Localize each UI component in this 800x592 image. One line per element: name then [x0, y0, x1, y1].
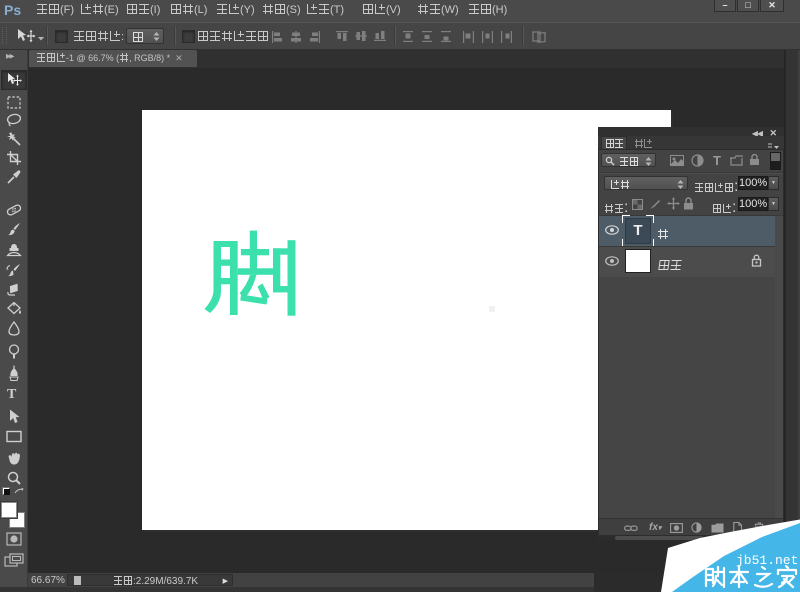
svg-text:jb51.net: jb51.net: [736, 553, 798, 568]
